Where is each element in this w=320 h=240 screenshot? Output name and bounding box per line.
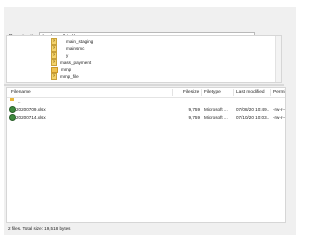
table-row[interactable]: 20200714.xlsx 9,759 Microsoft ... 07/10/…	[7, 114, 285, 122]
tree-item-mass-payment[interactable]: ? mass_payment	[51, 59, 92, 67]
tree-item-y[interactable]: ? y	[51, 52, 69, 60]
remote-file-list[interactable]: Filename Filesize Filetype Last modified…	[6, 87, 286, 223]
column-divider[interactable]	[233, 89, 234, 96]
column-header-filename[interactable]: Filename	[11, 88, 31, 97]
pane-splitter[interactable]	[4, 84, 284, 86]
file-type: Microsoft ...	[204, 107, 228, 112]
tree-item-mainsmc[interactable]: ? mainsmc	[51, 45, 85, 53]
remote-directory-tree[interactable]: ? main_staging ? mainsmc ? y ? mass_payment …	[6, 35, 282, 83]
column-divider[interactable]	[201, 89, 202, 96]
file-name: 20200709.xlsx	[16, 107, 46, 112]
file-last-modified: 07/10/20 10:03...	[236, 115, 269, 120]
parent-directory-row[interactable]: ..	[7, 98, 285, 106]
column-divider[interactable]	[172, 89, 173, 96]
column-divider[interactable]	[270, 89, 271, 96]
file-last-modified: 07/08/20 10:49...	[236, 107, 269, 112]
file-list-header: Filename Filesize Filetype Last modified…	[7, 88, 285, 98]
file-size: 9,759	[188, 107, 201, 112]
excel-file-icon	[9, 114, 16, 121]
tree-item-label: y	[66, 53, 69, 58]
tree-item-label: mmp	[61, 67, 72, 72]
tree-item-label: main_staging	[66, 39, 94, 44]
column-header-last-modified[interactable]: Last modified	[236, 88, 265, 97]
parent-folder-icon	[10, 98, 14, 101]
parent-directory-label: ..	[18, 99, 21, 104]
folder-icon	[51, 66, 58, 73]
file-size: 9,759	[188, 115, 201, 120]
file-type: Microsoft ...	[204, 115, 228, 120]
column-header-filetype[interactable]: Filetype	[204, 88, 221, 97]
file-name: 20200714.xlsx	[16, 115, 46, 120]
tree-item-mmp[interactable]: mmp	[51, 66, 71, 73]
column-header-permissions[interactable]: Permiss	[273, 88, 285, 97]
tree-item-label: mainsmc	[66, 46, 85, 51]
table-row[interactable]: 20200709.xlsx 9,759 Microsoft ... 07/08/…	[7, 106, 285, 114]
question-folder-icon: ?	[51, 73, 57, 81]
file-permissions: -rw-r--	[273, 115, 285, 120]
status-bar-text: 2 files. Total size: 19,518 bytes	[8, 226, 71, 231]
column-header-filesize[interactable]: Filesize	[183, 88, 199, 97]
tree-item-main-staging[interactable]: ? main_staging	[51, 38, 94, 46]
tree-item-label: mass_payment	[60, 60, 92, 65]
file-permissions: -rw-r--	[273, 107, 285, 112]
tree-item-mmp-file[interactable]: ? mmp_file	[51, 73, 79, 81]
excel-file-icon	[9, 106, 16, 113]
tree-item-label: mmp_file	[60, 74, 79, 79]
tree-scrollbar[interactable]	[275, 36, 281, 82]
